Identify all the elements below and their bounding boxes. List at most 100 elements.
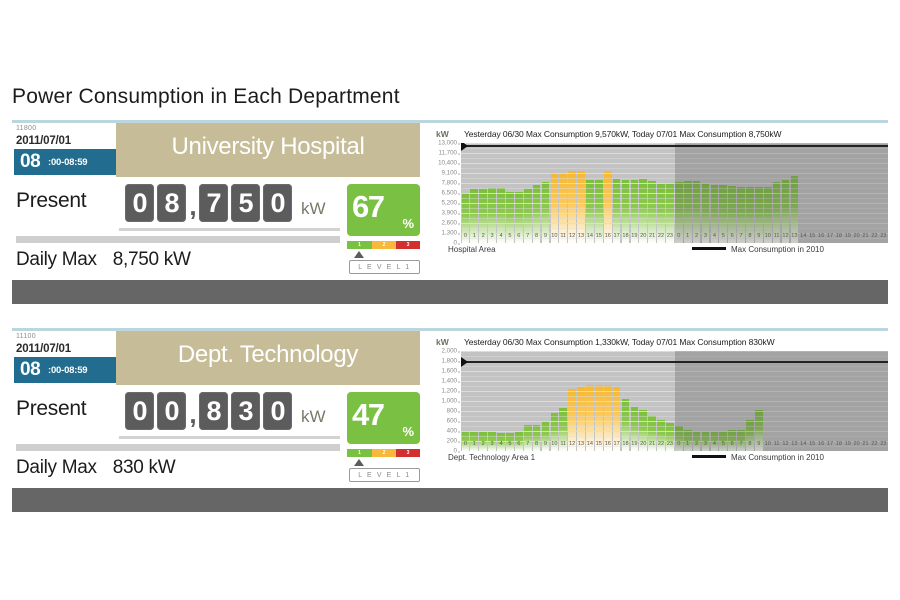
y-tick-label: 3,900 — [441, 209, 461, 217]
percent-gauge: 47 % — [347, 392, 420, 444]
x-tick-label: 11 — [773, 441, 780, 447]
time-range-badge: 08 :00-08:59 — [14, 357, 124, 383]
digit: 8 — [157, 184, 186, 222]
x-tick-label: 4 — [499, 233, 503, 239]
max-consumption-line — [461, 361, 888, 363]
level-scale: 1 2 3 — [347, 241, 420, 249]
digit: 0 — [125, 184, 154, 222]
chart-area-label: Dept. Technology Area 1 — [448, 453, 536, 462]
x-tick-label: 2 — [481, 441, 485, 447]
x-tick-label: 23 — [880, 233, 887, 239]
level-pointer-icon — [354, 251, 364, 258]
digit: 3 — [231, 392, 260, 430]
y-tick-label: 2,000 — [441, 347, 461, 355]
legend-line-icon — [692, 247, 726, 251]
chart-area-label: Hospital Area — [448, 245, 496, 254]
chart-plot-wrap: 13,000 11,700 10,400 9,100 7,800 6,500 5,200 3,… — [430, 139, 888, 247]
x-tick-label: 1 — [686, 441, 690, 447]
chart-x-axis: 0 1 2 3 4 5 6 7 8 9 10 11 12 13 14 15 16 17 18 19 20 21 22 23 0 1… — [461, 230, 888, 242]
x-tick-label: 19 — [631, 441, 638, 447]
chart-y-axis: 13,000 11,700 10,400 9,100 7,800 6,500 5,200 3,… — [430, 139, 461, 247]
panel-left-readout: 11100 2011/07/01 08 :00-08:59 Dept. Tech… — [12, 331, 420, 491]
x-tick-label: 3 — [490, 233, 494, 239]
x-tick-label: 22 — [871, 441, 878, 447]
daily-max-label: Daily Max — [16, 249, 97, 270]
x-tick-label: 4 — [499, 441, 503, 447]
percent-gauge: 67 % — [347, 184, 420, 236]
x-tick-label: 9 — [543, 441, 548, 447]
level-scale: 1 2 3 — [347, 449, 420, 457]
digit: 0 — [125, 392, 154, 430]
x-tick-label: 20 — [853, 233, 860, 239]
x-tick-label: 21 — [862, 441, 869, 447]
chart-title: Yesterday 06/30 Max Consumption 1,330kW,… — [464, 337, 775, 347]
x-tick-label: 14 — [800, 233, 807, 239]
x-tick-label: 19 — [844, 441, 851, 447]
x-tick-label: 13 — [791, 441, 798, 447]
level-segment-1: 1 — [347, 241, 372, 249]
digit: 0 — [263, 392, 292, 430]
y-tick-label: 400 — [446, 427, 461, 435]
x-tick-label: 3 — [490, 441, 494, 447]
panel-body: 11100 2011/07/01 08 :00-08:59 Dept. Tech… — [12, 331, 888, 512]
x-tick-label: 7 — [526, 441, 530, 447]
date-label: 2011/07/01 — [16, 343, 71, 355]
chart-legend: Max Consumption in 2010 — [692, 453, 824, 462]
x-tick-label: 17 — [826, 441, 834, 447]
x-tick-label: 3 — [703, 441, 708, 447]
x-tick-label: 16 — [817, 233, 825, 239]
percent-value: 47 — [352, 397, 385, 432]
page-title: Power Consumption in Each Department — [12, 85, 400, 108]
x-tick-label: 18 — [835, 441, 842, 447]
present-unit: kW — [301, 407, 326, 426]
x-tick-label: 22 — [657, 441, 665, 447]
today-region-shade — [674, 143, 888, 243]
time-hour: 08 — [20, 359, 41, 380]
chart-header: kW Yesterday 06/30 Max Consumption 9,570… — [430, 129, 888, 142]
y-tick-label: 800 — [446, 407, 461, 415]
consumption-chart-technology: kW Yesterday 06/30 Max Consumption 1,330… — [430, 337, 888, 487]
digit: 8 — [199, 392, 228, 430]
x-tick-label: 15 — [595, 441, 602, 447]
y-tick-label: 11,700 — [438, 149, 461, 157]
x-tick-label: 19 — [631, 233, 638, 239]
legend-label: Max Consumption in 2010 — [731, 453, 824, 462]
department-name: University Hospital — [171, 133, 365, 160]
x-tick-label: 5 — [508, 233, 512, 239]
x-tick-label: 7 — [739, 233, 743, 239]
x-tick-label: 7 — [739, 441, 743, 447]
department-name-banner: University Hospital — [116, 123, 420, 177]
x-tick-label: 12 — [782, 233, 789, 239]
x-tick-label: 5 — [508, 441, 512, 447]
x-tick-label: 11 — [560, 233, 567, 239]
chart-y-axis: 2,000 1,800 1,600 1,400 1,200 1,000 800 600 400 2… — [430, 347, 461, 455]
chart-unit-label: kW — [436, 337, 449, 347]
department-panel-technology: 11100 2011/07/01 08 :00-08:59 Dept. Tech… — [12, 328, 888, 512]
chart-header: kW Yesterday 06/30 Max Consumption 1,330… — [430, 337, 888, 350]
level-segment-3: 3 — [396, 449, 420, 457]
daily-max-row: Daily Max 8,750 kW — [16, 249, 191, 271]
x-tick-label: 21 — [649, 441, 656, 447]
x-tick-label: 1 — [686, 233, 690, 239]
panel-id-code: 11800 — [16, 125, 37, 132]
x-tick-label: 12 — [569, 233, 576, 239]
x-tick-label: 21 — [649, 233, 656, 239]
y-tick-label: 1,000 — [441, 397, 461, 405]
present-digit-group: 0 0 , 8 3 0 kW — [125, 392, 326, 430]
x-tick-label: 4 — [712, 233, 716, 239]
department-panel-hospital: 11800 2011/07/01 08 :00-08:59 University… — [12, 120, 888, 304]
x-tick-label: 6 — [517, 233, 521, 239]
chart-plot-wrap: 2,000 1,800 1,600 1,400 1,200 1,000 800 600 400 2… — [430, 347, 888, 455]
x-tick-label: 23 — [666, 441, 674, 447]
x-tick-label: 20 — [640, 233, 647, 239]
x-tick-label: 11 — [773, 233, 780, 239]
percent-symbol: % — [402, 424, 414, 439]
x-tick-label: 23 — [880, 441, 887, 447]
x-tick-label: 12 — [782, 441, 789, 447]
y-tick-label: 13,000 — [438, 139, 460, 147]
x-tick-label: 9 — [757, 233, 761, 239]
x-tick-label: 19 — [844, 233, 851, 239]
x-tick-label: 20 — [853, 441, 860, 447]
x-tick-label: 15 — [809, 441, 816, 447]
x-tick-label: 10 — [551, 233, 558, 239]
